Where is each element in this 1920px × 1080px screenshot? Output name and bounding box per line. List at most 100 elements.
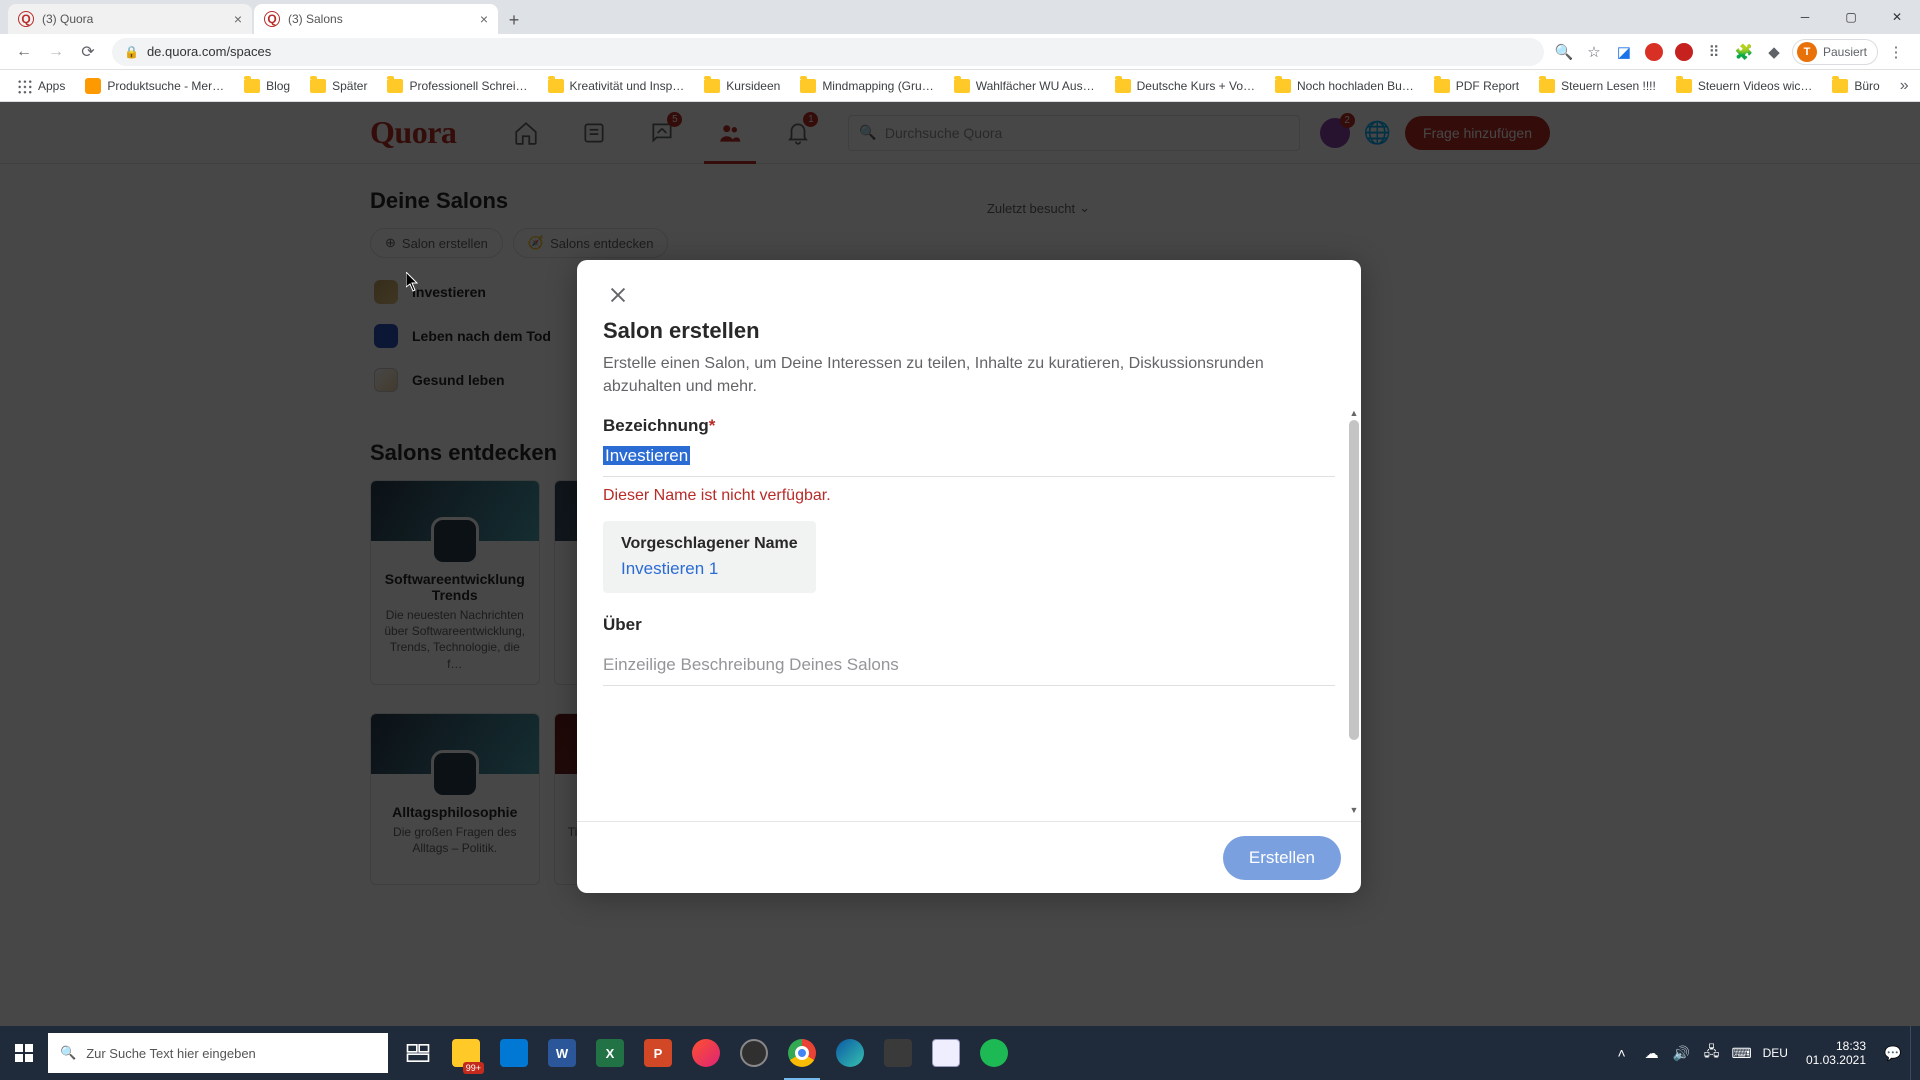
folder-icon [704,79,720,93]
taskbar-app-excel[interactable]: X [586,1026,634,1080]
extension-icon[interactable]: ◪ [1612,40,1636,64]
taskbar-app-chrome[interactable] [778,1026,826,1080]
show-desktop-button[interactable] [1910,1026,1916,1080]
extension-icon[interactable] [1672,40,1696,64]
taskbar-app-word[interactable]: W [538,1026,586,1080]
suggested-name-link[interactable]: Investieren 1 [621,559,798,579]
zoom-icon[interactable]: 🔍 [1552,40,1576,64]
browser-tab-quora[interactable]: Q (3) Quora × [8,4,252,34]
tray-clock[interactable]: 18:33 01.03.2021 [1796,1039,1876,1068]
bookmark-item[interactable]: Kreativität und Insp… [540,73,693,99]
about-placeholder: Einzeilige Beschreibung Deines Salons [603,655,899,674]
bookmark-item[interactable]: Steuern Videos wic… [1668,73,1821,99]
task-view-button[interactable] [394,1026,442,1080]
extension-icon[interactable]: ⠿ [1702,40,1726,64]
tray-overflow-icon[interactable]: ˄ [1609,1026,1635,1080]
bookmark-item[interactable]: Noch hochladen Bu… [1267,73,1422,99]
name-label: Bezeichnung* [603,416,1335,436]
tab-strip: Q (3) Quora × Q (3) Salons × + ─ ▢ ✕ [0,0,1920,34]
bookmark-item[interactable]: Kursideen [696,73,788,99]
bookmark-item[interactable]: Professionell Schrei… [379,73,535,99]
bookmark-item[interactable]: Mindmapping (Gru… [792,73,941,99]
bookmarks-overflow[interactable]: » [1892,77,1917,95]
taskbar-app-notepad[interactable] [922,1026,970,1080]
window-minimize-button[interactable]: ─ [1782,0,1828,34]
quora-favicon-icon: Q [264,11,280,27]
tray-onedrive-icon[interactable]: ☁ [1639,1026,1665,1080]
tray-volume-icon[interactable]: 🔊 [1669,1026,1695,1080]
url-input[interactable]: 🔒 de.quora.com/spaces [112,38,1544,66]
bookmark-item[interactable]: Steuern Lesen !!!! [1531,73,1664,99]
name-input-value: Investieren [603,446,690,465]
label-text: Bezeichnung [603,416,709,435]
star-icon[interactable]: ☆ [1582,40,1606,64]
bookmark-item[interactable]: Büro [1824,73,1887,99]
browser-chrome: Q (3) Quora × Q (3) Salons × + ─ ▢ ✕ ← →… [0,0,1920,102]
bookmark-item[interactable]: Produktsuche - Mer… [77,73,232,99]
bookmark-item[interactable]: Deutsche Kurs + Vo… [1107,73,1263,99]
close-icon[interactable]: × [234,11,242,27]
url-text: de.quora.com/spaces [147,44,271,59]
extensions-menu-icon[interactable]: 🧩 [1732,40,1756,64]
taskbar-app-powerpoint[interactable]: P [634,1026,682,1080]
profile-paused-pill[interactable]: T Pausiert [1792,39,1878,65]
browser-tab-salons[interactable]: Q (3) Salons × [254,4,498,34]
scroll-down-icon[interactable]: ▼ [1349,805,1359,815]
tab-title: (3) Salons [288,12,343,26]
kebab-menu-icon[interactable]: ⋮ [1884,40,1908,64]
window-close-button[interactable]: ✕ [1874,0,1920,34]
tray-input-icon[interactable]: ⌨ [1729,1026,1755,1080]
create-space-modal: Salon erstellen Erstelle einen Salon, um… [577,260,1361,893]
bookmark-item[interactable]: Blog [236,73,298,99]
reload-button[interactable]: ⟳ [74,38,102,66]
taskbar-app[interactable] [874,1026,922,1080]
extension-icon[interactable]: ◆ [1762,40,1786,64]
back-button[interactable]: ← [10,38,38,66]
bookmark-label: Produktsuche - Mer… [107,79,224,93]
suggestion-label: Vorgeschlagener Name [621,535,798,553]
scrollbar[interactable]: ▲ ▼ [1349,408,1359,815]
windows-logo-icon [15,1044,33,1062]
new-tab-button[interactable]: + [500,6,528,34]
bookmark-item[interactable]: PDF Report [1426,73,1527,99]
modal-subtitle: Erstelle einen Salon, um Deine Interesse… [603,352,1335,398]
folder-icon [387,79,403,93]
close-icon[interactable]: × [480,11,488,27]
forward-button[interactable]: → [42,38,70,66]
window-maximize-button[interactable]: ▢ [1828,0,1874,34]
bookmark-label: Später [332,79,367,93]
bookmarks-bar: Apps Produktsuche - Mer… Blog Später Pro… [0,70,1920,102]
bookmark-item[interactable]: Später [302,73,375,99]
taskbar-app-edge[interactable] [826,1026,874,1080]
create-button[interactable]: Erstellen [1223,836,1341,880]
tray-network-icon[interactable]: 🖧 [1699,1026,1725,1080]
badge: 99+ [463,1062,484,1074]
folder-icon [1115,79,1131,93]
taskbar-app-obs[interactable] [730,1026,778,1080]
folder-icon [800,79,816,93]
tray-language[interactable]: DEU [1759,1026,1792,1080]
close-button[interactable] [603,280,633,310]
about-input[interactable]: Einzeilige Beschreibung Deines Salons [603,645,1335,686]
taskbar-app[interactable] [682,1026,730,1080]
start-button[interactable] [0,1026,48,1080]
bookmark-label: Noch hochladen Bu… [1297,79,1414,93]
taskbar-app-mail[interactable] [490,1026,538,1080]
apps-grid-icon [16,78,32,94]
taskbar-search-input[interactable]: 🔍Zur Suche Text hier eingeben [48,1033,388,1073]
scroll-thumb[interactable] [1349,420,1359,740]
bookmark-item[interactable]: Wahlfächer WU Aus… [946,73,1103,99]
tray-notifications-icon[interactable]: 💬 [1880,1026,1906,1080]
bookmark-label: Kursideen [726,79,780,93]
bookmark-label: Mindmapping (Gru… [822,79,933,93]
name-input[interactable]: Investieren [603,446,1335,477]
tab-title: (3) Quora [42,12,93,26]
taskbar-app-explorer[interactable]: 99+ [442,1026,490,1080]
apps-shortcut[interactable]: Apps [8,73,73,99]
scroll-up-icon[interactable]: ▲ [1349,408,1359,418]
bookmark-label: Deutsche Kurs + Vo… [1137,79,1255,93]
taskbar-app-spotify[interactable] [970,1026,1018,1080]
folder-icon [1832,79,1848,93]
extension-icon[interactable] [1642,40,1666,64]
folder-icon [1676,79,1692,93]
